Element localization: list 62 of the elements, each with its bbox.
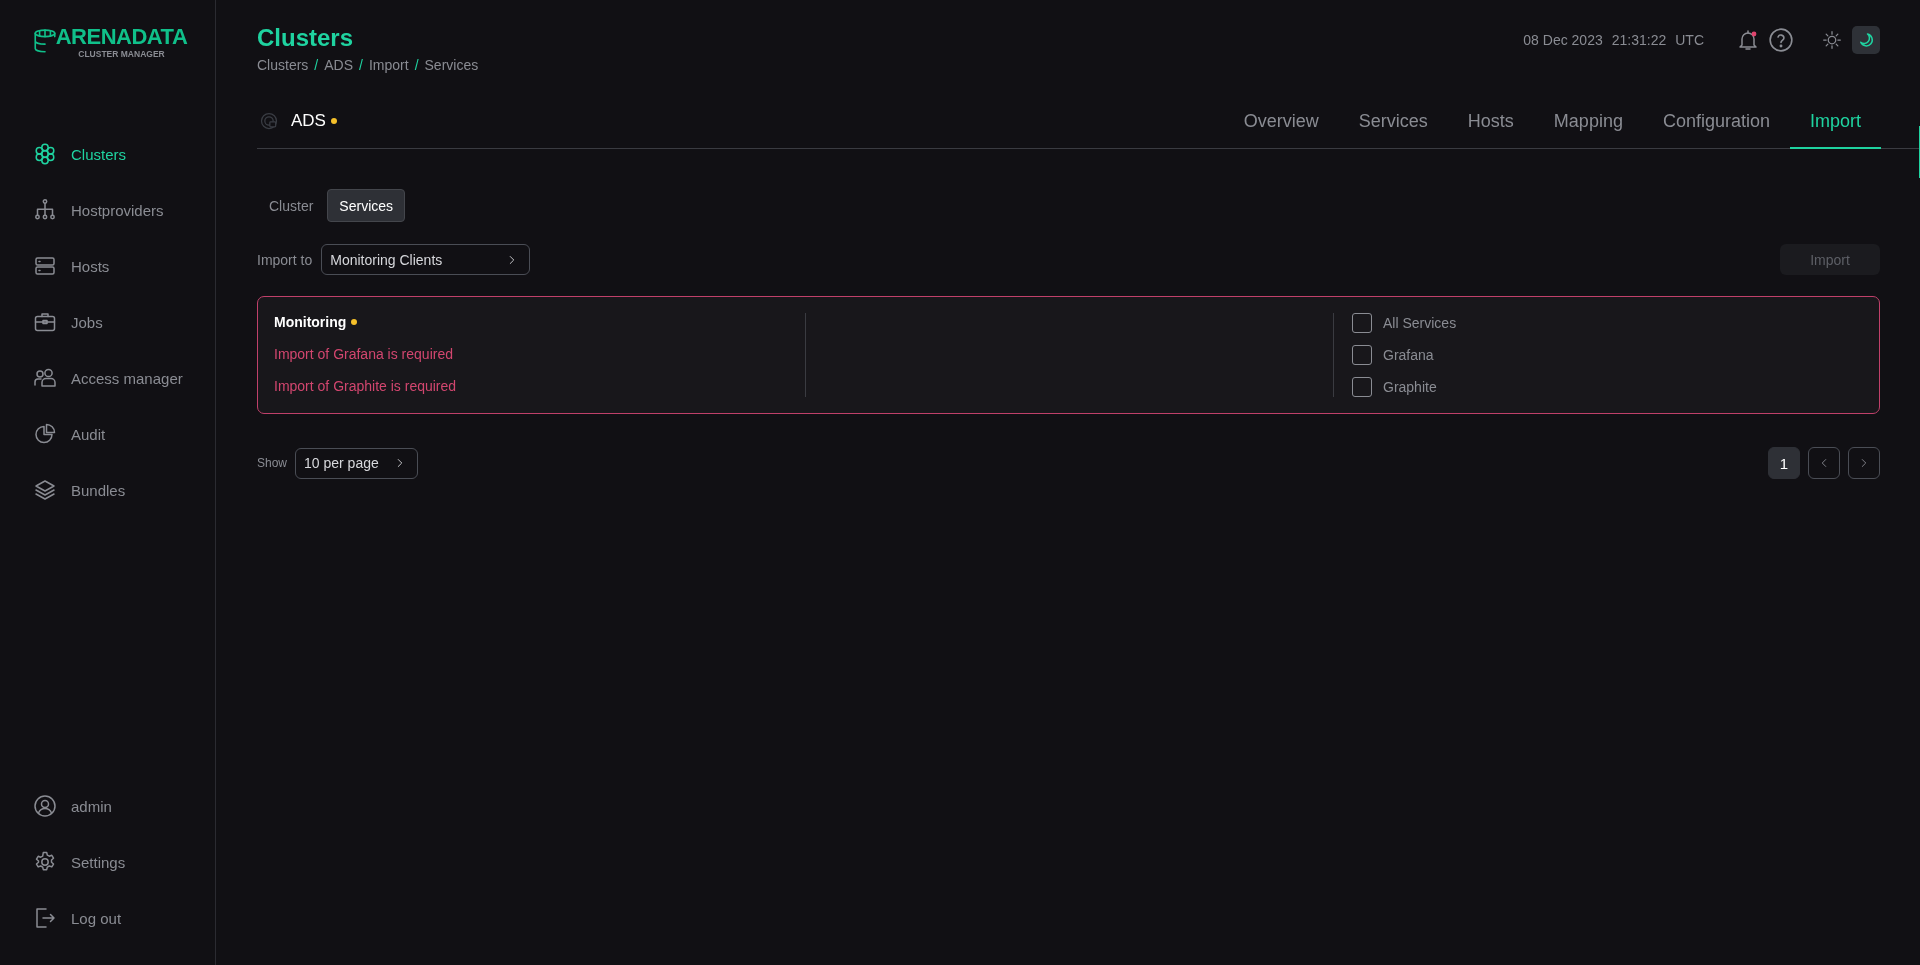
cluster-name: ADS [291, 111, 326, 131]
sidebar-item[interactable]: Settings [0, 834, 126, 890]
layers-icon [33, 478, 57, 502]
error-message: Import of Grafana is required [274, 345, 454, 363]
theme-toggle-button[interactable] [1852, 26, 1880, 54]
sidebar-item[interactable]: admin [0, 778, 112, 834]
page-title: Clusters [257, 24, 355, 52]
import-to-label: Import to [257, 251, 313, 268]
import-to-select[interactable]: Monitoring Clients [321, 244, 531, 275]
sidebar-item[interactable]: Bundles [0, 462, 126, 518]
sidebar-item[interactable]: Jobs [0, 294, 103, 350]
moon-icon [1857, 31, 1875, 49]
tab[interactable]: Services [1338, 100, 1448, 149]
checkbox[interactable] [1352, 377, 1372, 397]
per-page-select[interactable]: 10 per page [295, 447, 419, 479]
checkbox-label: All Services [1383, 315, 1457, 331]
breadcrumb-separator: / [314, 57, 319, 73]
help-icon [1768, 27, 1794, 53]
briefcase-icon [33, 310, 57, 334]
date-text: 08 Dec 2023 [1523, 32, 1603, 48]
checkbox[interactable] [1352, 313, 1372, 333]
server-icon [33, 254, 57, 278]
breadcrumb-separator: / [414, 57, 419, 73]
logo-title: ARENADATA [55, 25, 188, 48]
show-label: Show [257, 456, 288, 470]
sidebar-item[interactable]: Access manager [0, 350, 183, 406]
logo-subtitle: CLUSTER MANAGER [78, 48, 165, 59]
sidebar-item[interactable]: Log out [0, 890, 122, 946]
sun-icon [1822, 30, 1842, 50]
pie-chart-icon [33, 422, 57, 446]
tab[interactable]: Overview [1223, 100, 1339, 149]
hexagon-cluster-icon [33, 142, 57, 166]
sidebar-item[interactable]: Clusters [0, 126, 126, 182]
time-text: 21:31:22 [1611, 32, 1667, 48]
notifications-button[interactable] [1736, 28, 1760, 52]
checkbox[interactable] [1352, 345, 1372, 365]
tab[interactable]: Hosts [1447, 100, 1534, 149]
sub-tab[interactable]: Services [327, 189, 406, 222]
sidebar-item[interactable]: Hostproviders [0, 182, 164, 238]
help-button[interactable] [1768, 27, 1794, 53]
sub-tab[interactable]: Cluster [257, 189, 326, 222]
breadcrumb-separator: / [359, 57, 363, 73]
sidebar-item[interactable]: Hosts [0, 238, 110, 294]
log-out-icon [33, 906, 57, 930]
sidebar-item[interactable]: Audit [0, 406, 106, 462]
page-button[interactable]: 1 [1768, 447, 1800, 479]
breadcrumb-link[interactable]: Clusters [257, 57, 309, 73]
breadcrumb-link[interactable]: Import [368, 57, 409, 73]
bell-with-dot-icon [1736, 28, 1760, 52]
user-icon [33, 794, 57, 818]
hierarchy-icon [33, 198, 57, 222]
tab[interactable]: Configuration [1642, 100, 1790, 149]
tab[interactable]: Import [1790, 100, 1881, 149]
error-message: Import of Graphite is required [274, 377, 458, 395]
tab[interactable]: Mapping [1533, 100, 1643, 149]
checkbox-label: Graphite [1383, 379, 1437, 395]
import-card-title: Monitoring [274, 313, 347, 331]
cluster-status-icon [259, 111, 279, 131]
checkbox-label: Grafana [1383, 347, 1434, 363]
breadcrumb-link[interactable]: ADS [324, 57, 354, 73]
timezone-text: UTC [1675, 32, 1704, 48]
users-icon [33, 366, 57, 390]
